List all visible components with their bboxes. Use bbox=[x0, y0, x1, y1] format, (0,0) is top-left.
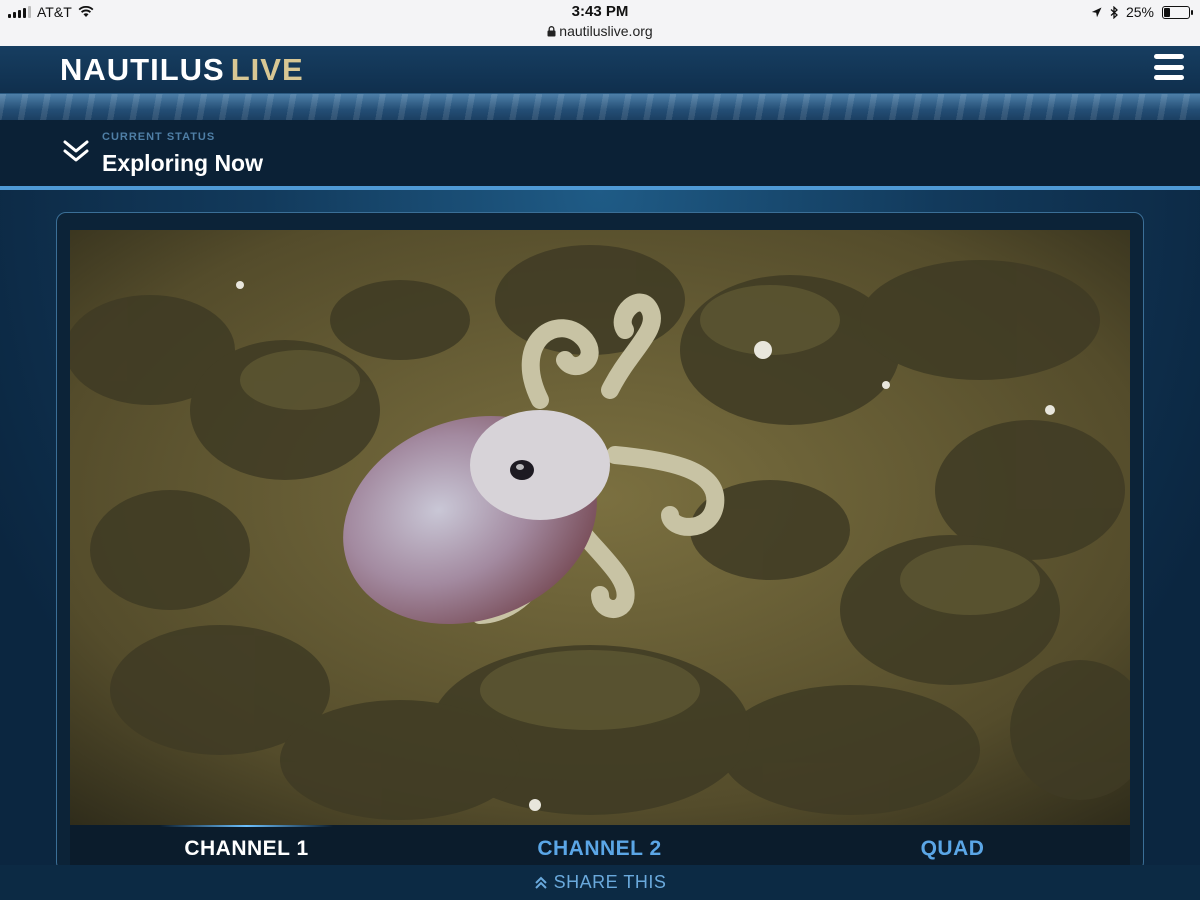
lock-icon bbox=[547, 26, 556, 37]
logo-main-text: NAUTILUS bbox=[60, 52, 225, 87]
live-video-feed[interactable] bbox=[70, 230, 1130, 825]
current-status-panel: CURRENT STATUS Exploring Now bbox=[0, 120, 1200, 186]
nautilus-live-logo[interactable]: NAUTILUS LIVE bbox=[60, 52, 304, 88]
bluetooth-icon bbox=[1110, 5, 1118, 19]
battery-icon bbox=[1162, 5, 1193, 19]
location-arrow-icon bbox=[1091, 7, 1102, 17]
logo-accent-text: LIVE bbox=[230, 52, 304, 87]
status-value: Exploring Now bbox=[102, 150, 263, 176]
site-header: NAUTILUS LIVE bbox=[0, 46, 1200, 94]
menu-bar bbox=[1154, 64, 1184, 70]
share-button[interactable]: SHARE THIS bbox=[534, 872, 667, 893]
share-bar: SHARE THIS bbox=[0, 865, 1200, 900]
channel-1-tab[interactable]: CHANNEL 1 bbox=[70, 825, 423, 865]
status-label: CURRENT STATUS bbox=[102, 131, 216, 143]
ocean-wave-banner bbox=[0, 94, 1200, 120]
double-chevron-down-icon[interactable] bbox=[62, 138, 90, 166]
menu-bar bbox=[1154, 54, 1184, 59]
battery-level bbox=[1164, 7, 1170, 17]
battery-percent: 25% bbox=[1125, 4, 1154, 20]
channel-2-tab[interactable]: CHANNEL 2 bbox=[423, 825, 776, 865]
system-indicators: 25% bbox=[1091, 4, 1193, 20]
channel-selector: CHANNEL 1 CHANNEL 2 QUAD bbox=[70, 825, 1130, 865]
url-text: nautiluslive.org bbox=[559, 23, 653, 39]
menu-bar bbox=[1154, 75, 1184, 80]
address-bar[interactable]: nautiluslive.org bbox=[0, 23, 1200, 39]
share-label: SHARE THIS bbox=[553, 872, 667, 892]
clock: 3:43 PM bbox=[571, 3, 629, 20]
ios-status-bar: AT&T 3:43 PM nautiluslive.org 25% bbox=[0, 0, 1200, 46]
double-chevron-up-icon bbox=[534, 876, 547, 889]
seafloor-octopus-image bbox=[70, 230, 1130, 825]
menu-button[interactable] bbox=[1154, 54, 1184, 80]
quad-tab[interactable]: QUAD bbox=[776, 825, 1129, 865]
